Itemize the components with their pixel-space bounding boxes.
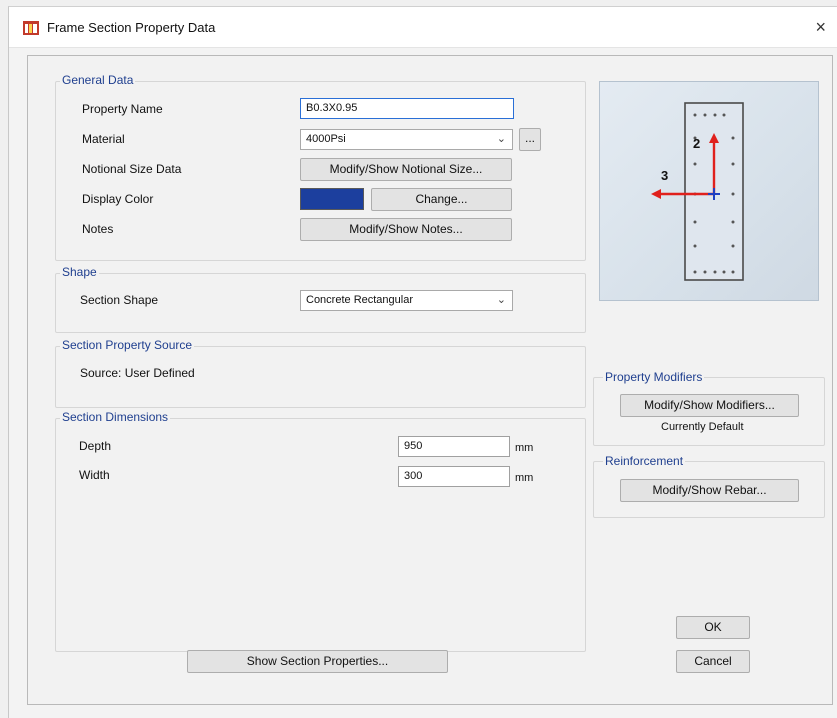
source-title: Section Property Source bbox=[60, 338, 195, 352]
modify-modifiers-button[interactable]: Modify/Show Modifiers... bbox=[620, 394, 799, 417]
chevron-down-icon: ⌄ bbox=[496, 133, 506, 145]
modify-rebar-button[interactable]: Modify/Show Rebar... bbox=[620, 479, 799, 502]
title-bar: Frame Section Property Data × bbox=[9, 7, 837, 48]
dimensions-title: Section Dimensions bbox=[60, 410, 171, 424]
section-shape-value: Concrete Rectangular bbox=[306, 294, 414, 306]
close-icon[interactable]: × bbox=[815, 17, 826, 38]
property-name-input[interactable]: B0.3X0.95 bbox=[300, 98, 514, 119]
section-preview: 2 3 bbox=[599, 81, 819, 301]
depth-input[interactable]: 950 bbox=[398, 436, 510, 457]
chevron-down-icon: ⌄ bbox=[496, 294, 506, 306]
material-label: Material bbox=[82, 132, 125, 146]
material-select-value: 4000Psi bbox=[306, 133, 346, 145]
axis-3-label: 3 bbox=[661, 168, 668, 183]
source-text: Source: User Defined bbox=[80, 366, 195, 380]
axis-2-label: 2 bbox=[693, 136, 700, 151]
notes-button[interactable]: Modify/Show Notes... bbox=[300, 218, 512, 241]
window-title: Frame Section Property Data bbox=[47, 20, 216, 35]
frame-section-dialog: Frame Section Property Data × General Da… bbox=[8, 6, 837, 718]
display-color-swatch[interactable] bbox=[300, 188, 364, 210]
modifiers-status: Currently Default bbox=[661, 421, 744, 433]
reinforcement-title: Reinforcement bbox=[603, 454, 686, 468]
change-color-button[interactable]: Change... bbox=[371, 188, 512, 211]
notes-label: Notes bbox=[82, 222, 114, 236]
width-input[interactable]: 300 bbox=[398, 466, 510, 487]
cancel-button[interactable]: Cancel bbox=[676, 650, 750, 673]
notional-size-button[interactable]: Modify/Show Notional Size... bbox=[300, 158, 512, 181]
modifiers-title: Property Modifiers bbox=[603, 370, 705, 384]
general-data-title: General Data bbox=[60, 73, 136, 87]
width-label: Width bbox=[79, 468, 110, 482]
shape-title: Shape bbox=[60, 265, 99, 279]
width-unit: mm bbox=[515, 472, 534, 484]
section-preview-drawing: 2 3 bbox=[651, 102, 744, 281]
ok-button[interactable]: OK bbox=[676, 616, 750, 639]
section-shape-label: Section Shape bbox=[80, 293, 159, 307]
material-select[interactable]: 4000Psi ⌄ bbox=[300, 129, 513, 150]
display-color-label: Display Color bbox=[82, 192, 154, 206]
notional-size-label: Notional Size Data bbox=[82, 162, 182, 176]
depth-label: Depth bbox=[79, 439, 112, 453]
depth-unit: mm bbox=[515, 442, 534, 454]
show-section-properties-button[interactable]: Show Section Properties... bbox=[187, 650, 448, 673]
dialog-body: General Data Property Name B0.3X0.95 Mat… bbox=[27, 55, 833, 705]
section-shape-select[interactable]: Concrete Rectangular ⌄ bbox=[300, 290, 513, 311]
property-name-label: Property Name bbox=[82, 102, 163, 116]
app-icon bbox=[23, 21, 39, 35]
material-more-button[interactable]: ... bbox=[519, 128, 541, 151]
